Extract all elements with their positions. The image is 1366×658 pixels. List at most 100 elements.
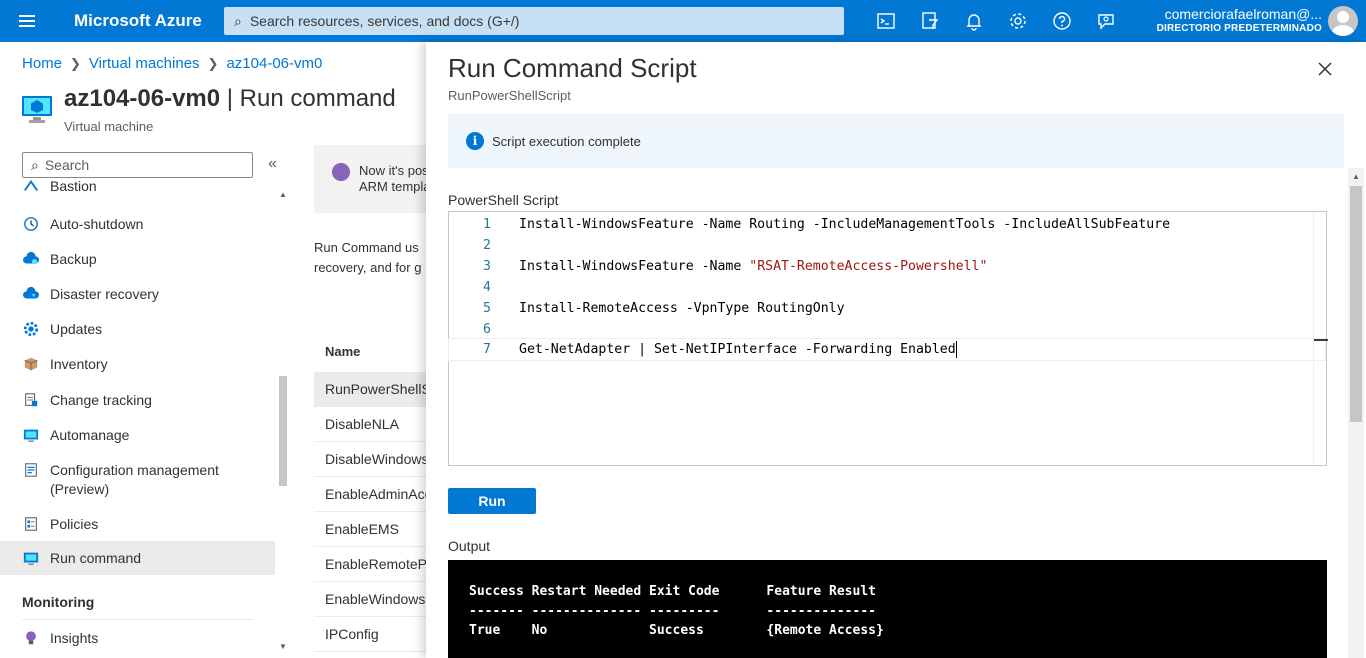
sidebar-item-label: Change tracking <box>50 391 152 408</box>
config-label-line2: (Preview) <box>50 481 110 497</box>
code-line: 1 Install-WindowsFeature -Name Routing -I… <box>449 214 1311 235</box>
line-number: 6 <box>483 322 491 337</box>
cursor-position-marker <box>1314 339 1328 341</box>
description-line: Run Command us <box>314 240 419 255</box>
sidebar-item-label: Auto-shutdown <box>50 215 144 232</box>
sidebar-scrollbar[interactable]: ▲ ▼ <box>277 186 289 656</box>
sidebar-item-automanage[interactable]: Automanage <box>0 417 275 452</box>
breadcrumb: Home ❯ Virtual machines ❯ az104-06-vm0 <box>22 55 322 72</box>
blade-scrollbar[interactable]: ▲ <box>1348 168 1364 658</box>
code-text: Install-RemoteAccess -VpnType RoutingOnl… <box>519 301 845 316</box>
sidebar-item-label: Updates <box>50 320 103 337</box>
avatar[interactable] <box>1328 6 1358 36</box>
notice-line: ARM templa <box>359 179 431 194</box>
chevron-right-icon: ❯ <box>207 55 219 71</box>
table-row[interactable]: RunPowerShellS <box>314 372 426 407</box>
feedback-icon[interactable] <box>1084 0 1128 42</box>
page-subtitle: Virtual machine <box>64 119 154 134</box>
sidebar-search-placeholder: Search <box>44 157 90 173</box>
help-icon[interactable] <box>1040 0 1084 42</box>
notifications-icon[interactable] <box>952 0 996 42</box>
account-info[interactable]: comerciorafaelroman@... DIRECTORIO PREDE… <box>1140 6 1322 36</box>
close-icon[interactable] <box>1314 58 1336 80</box>
account-name: comerciorafaelroman@... <box>1164 6 1322 22</box>
page-title-blade: | Run command <box>220 85 396 112</box>
sidebar-divider <box>22 619 253 620</box>
description-line: recovery, and for g <box>314 260 422 275</box>
run-button[interactable]: Run <box>448 488 536 514</box>
sidebar-item-label: Bastion <box>50 180 97 194</box>
scroll-up-icon[interactable]: ▲ <box>279 190 287 199</box>
gear-icon <box>22 320 40 338</box>
search-placeholder: Search resources, services, and docs (G+… <box>249 13 520 29</box>
code-line: 3 Install-WindowsFeature -Name "RSAT-Remo… <box>449 256 1311 277</box>
cloud-shell-icon[interactable] <box>864 0 908 42</box>
cloud-icon <box>22 285 40 303</box>
scroll-down-icon[interactable]: ▼ <box>279 642 287 651</box>
code-line: 5 Install-RemoteAccess -VpnType RoutingOn… <box>449 298 1311 319</box>
commands-table-header[interactable]: Name <box>314 336 426 368</box>
table-row[interactable]: DisableWindows <box>314 442 426 477</box>
table-row[interactable]: EnableWindows <box>314 582 426 617</box>
search-icon: ⌕ <box>234 12 242 29</box>
account-directory: DIRECTORIO PREDETERMINADO <box>1156 23 1322 34</box>
breadcrumb-vm[interactable]: az104-06-vm0 <box>226 55 322 72</box>
blade-title: Run Command Script <box>448 53 697 83</box>
line-number: 3 <box>483 259 491 274</box>
script-editor[interactable]: 1 Install-WindowsFeature -Name Routing -I… <box>448 211 1328 466</box>
sidebar-item-disaster-recovery[interactable]: Disaster recovery <box>0 276 275 311</box>
code-keyword-text: Install-WindowsFeature -Name <box>519 259 750 274</box>
clock-icon <box>22 215 40 233</box>
settings-icon[interactable] <box>996 0 1040 42</box>
editor-scrollbar[interactable] <box>1313 212 1328 465</box>
sidebar-item-backup[interactable]: Backup <box>0 241 275 276</box>
table-row[interactable]: EnableAdminAcc <box>314 477 426 512</box>
breadcrumb-virtual-machines[interactable]: Virtual machines <box>89 55 200 72</box>
sidebar-item-label: Insights <box>50 630 99 646</box>
sidebar-item-auto-shutdown[interactable]: Auto-shutdown <box>0 206 275 241</box>
sidebar-item-updates[interactable]: Updates <box>0 311 275 346</box>
sidebar: Bastion Auto-shutdown Backup Disaster re… <box>0 180 275 658</box>
line-number: 5 <box>483 301 491 316</box>
sidebar-item-label: Disaster recovery <box>50 285 159 302</box>
run-command-script-blade: Run Command Script RunPowerShellScript i… <box>426 42 1366 658</box>
table-row[interactable]: DisableNLA <box>314 407 426 442</box>
notice-line: Now it's pos <box>359 163 429 178</box>
sidebar-item-inventory[interactable]: Inventory <box>0 346 275 382</box>
code-text: Install-WindowsFeature -Name Routing -In… <box>519 217 1171 232</box>
chevron-right-icon: ❯ <box>70 55 81 71</box>
document-icon <box>22 391 40 409</box>
table-row[interactable]: IPConfig <box>314 617 426 652</box>
scroll-up-icon[interactable]: ▲ <box>1352 172 1360 181</box>
info-notice: Now it's pos ARM templa <box>314 145 434 213</box>
code-text: Get-NetAdapter | Set-NetIPInterface -For… <box>519 339 958 360</box>
menu-icon[interactable] <box>0 0 54 42</box>
global-search-input[interactable]: ⌕ Search resources, services, and docs (… <box>224 7 844 35</box>
sidebar-search-input[interactable]: ⌕ Search <box>22 152 253 178</box>
line-number: 7 <box>483 342 491 357</box>
table-row[interactable]: EnableEMS <box>314 512 426 547</box>
run-command-icon <box>22 549 40 567</box>
directory-filter-icon[interactable] <box>908 0 952 42</box>
sidebar-item-change-tracking[interactable]: Change tracking <box>0 382 275 417</box>
virtual-machine-icon <box>22 96 52 124</box>
sidebar-item-run-command[interactable]: Run command <box>0 541 275 575</box>
top-bar: Microsoft Azure ⌕ Search resources, serv… <box>0 0 1366 42</box>
sidebar-item-policies[interactable]: Policies <box>0 506 275 541</box>
table-row[interactable]: EnableRemotePS <box>314 547 426 582</box>
brand-title[interactable]: Microsoft Azure <box>54 11 224 31</box>
code-line: 2 <box>449 235 1311 256</box>
toolbar-icons <box>864 0 1128 42</box>
scrollbar-thumb[interactable] <box>279 376 287 486</box>
breadcrumb-home[interactable]: Home <box>22 55 62 72</box>
sidebar-item-insights[interactable]: Insights <box>0 621 275 655</box>
sidebar-item-configuration-management[interactable]: Configuration management (Preview) <box>0 452 275 506</box>
output-label: Output <box>448 538 491 554</box>
sidebar-item-bastion[interactable]: Bastion <box>0 180 275 196</box>
rocket-icon <box>332 163 350 181</box>
script-label: PowerShell Script <box>448 192 559 208</box>
line-number: 2 <box>483 238 491 253</box>
sidebar-item-label: Policies <box>50 515 99 532</box>
scrollbar-thumb[interactable] <box>1350 186 1362 422</box>
collapse-sidebar-icon[interactable]: « <box>268 155 277 173</box>
